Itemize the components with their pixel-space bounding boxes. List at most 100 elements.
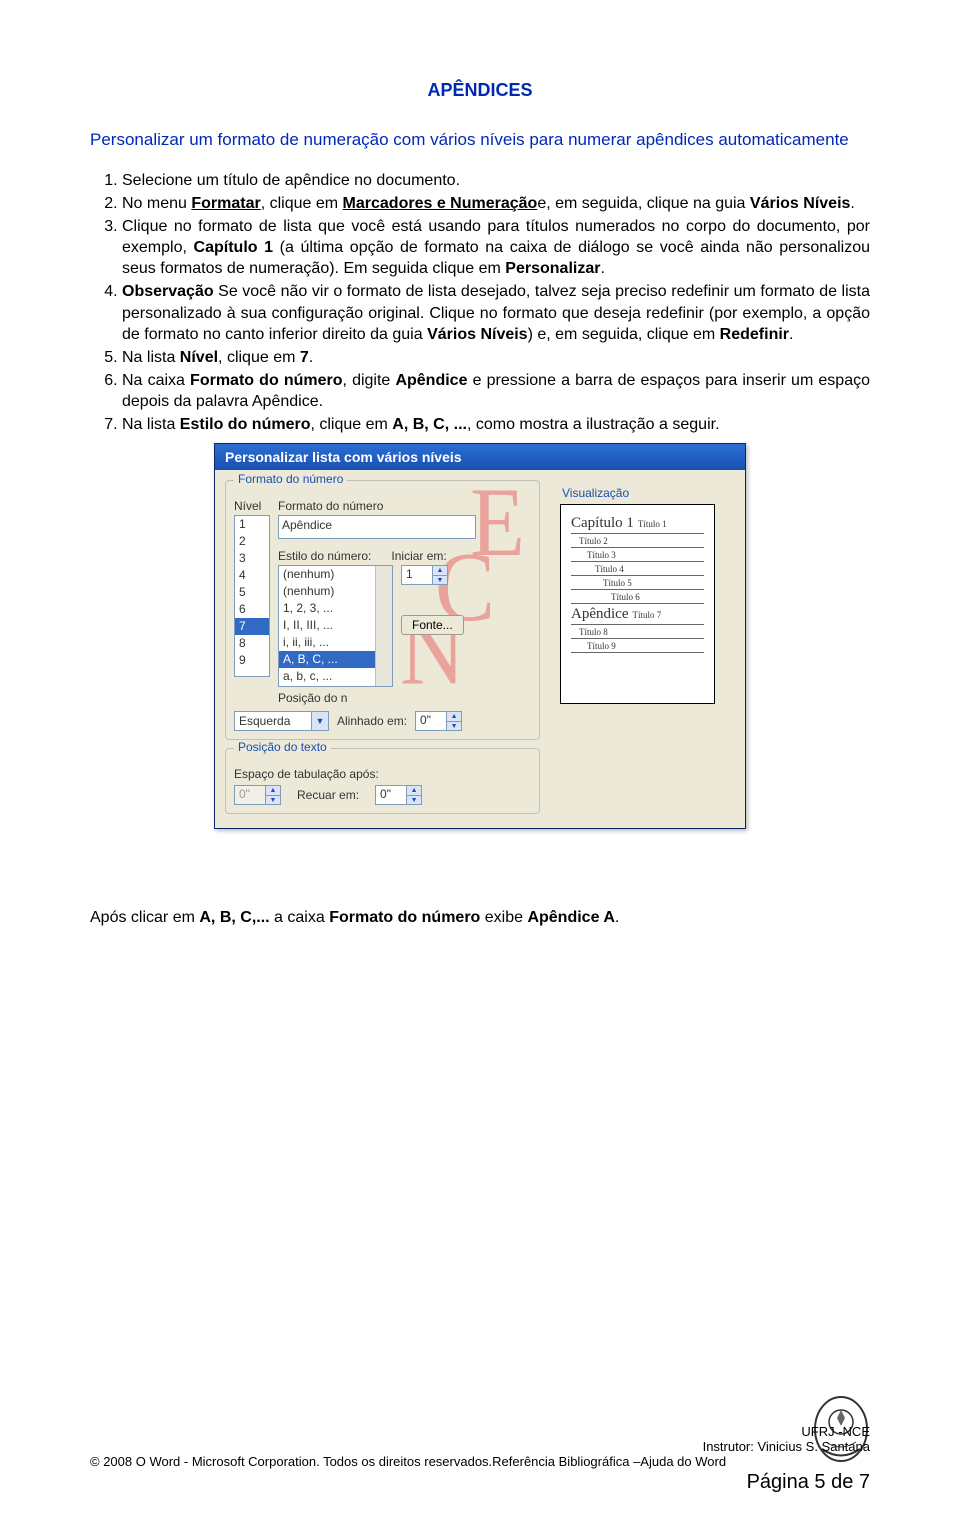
preview-row: Título 3 [571, 548, 704, 562]
spin-down-icon[interactable]: ▼ [407, 796, 421, 805]
text: , clique em [218, 349, 300, 366]
preview-small: Título 8 [579, 627, 608, 637]
step-7: Na lista Estilo do número, clique em A, … [122, 414, 870, 435]
scrollbar[interactable] [375, 566, 392, 686]
spinner-iniciar[interactable]: 1 ▲▼ [401, 565, 448, 585]
text: e, em seguida, clique na guia [537, 195, 750, 212]
preview-row: Capítulo 1 Título 1 [571, 513, 704, 534]
preview-small: Título 4 [595, 564, 624, 574]
ref-nivel: Nível [180, 349, 218, 366]
ref-abc2: A, B, C,... [199, 909, 269, 926]
step-1: Selecione um título de apêndice no docum… [122, 170, 870, 191]
group-label: Posição do texto [234, 740, 331, 754]
tab-varios-niveis-ref: Vários Níveis [427, 326, 528, 343]
list-item[interactable]: 1 [235, 516, 269, 533]
spin-up-icon: ▲ [266, 786, 280, 796]
footer: UFRJ -NCE Instrutor: Vinicius S. Santana… [90, 1424, 870, 1494]
spinner-recuar[interactable]: 0" ▲▼ [375, 785, 422, 805]
text: . [309, 349, 313, 366]
ref-7: 7 [300, 349, 309, 366]
list-item[interactable]: 3 [235, 550, 269, 567]
footer-copyright: © 2008 O Word - Microsoft Corporation. T… [90, 1454, 870, 1469]
btn-ref-personalizar: Personalizar [505, 260, 600, 277]
text: ) e, em seguida, clique em [528, 326, 720, 343]
ref-formato-numero2: Formato do número [329, 909, 480, 926]
list-item-selected[interactable]: 7 [235, 618, 269, 635]
label-alinhado: Alinhado em: [337, 714, 407, 728]
nivel-listbox[interactable]: 1 2 3 4 5 6 7 8 9 [234, 515, 270, 677]
ref-capitulo1: Capítulo 1 [194, 239, 274, 256]
group-posicao-texto: Posição do texto Espaço de tabulação apó… [225, 748, 540, 814]
input-formato-numero[interactable]: Apêndice [278, 515, 476, 539]
footer-ufrj: UFRJ -NCE [90, 1424, 870, 1439]
step-3: Clique no formato de lista que você está… [122, 216, 870, 279]
list-item[interactable]: 4 [235, 567, 269, 584]
preview-row: Título 5 [571, 576, 704, 590]
text: a caixa [270, 909, 330, 926]
spinner-alinhado[interactable]: 0" ▲▼ [415, 711, 462, 731]
preview-row: Título 4 [571, 562, 704, 576]
spin-up-icon[interactable]: ▲ [407, 786, 421, 796]
preview-row: ApêndiceTítulo 7 [571, 604, 704, 625]
after-dialog-text: Após clicar em A, B, C,... a caixa Forma… [90, 909, 870, 927]
combo-posicao[interactable]: Esquerda ▼ [234, 711, 329, 731]
preview-big: Apêndice [571, 606, 628, 623]
list-item[interactable]: 5 [235, 584, 269, 601]
spin-down-icon[interactable]: ▼ [447, 722, 461, 731]
label-visualizacao: Visualização [562, 486, 735, 500]
preview-row: Título 2 [571, 534, 704, 548]
list-item[interactable]: 9 [235, 652, 269, 669]
combo-value: Esquerda [235, 714, 311, 728]
steps-list: Selecione um título de apêndice no docum… [90, 170, 870, 435]
label-formato: Formato do número [278, 499, 383, 513]
ref-apendice-a: Apêndice A [527, 909, 614, 926]
preview-big: Capítulo 1 [571, 515, 634, 532]
spinner-value[interactable]: 0" [376, 786, 406, 804]
page-title: APÊNDICES [90, 80, 870, 101]
preview-small: Título 1 [638, 519, 667, 529]
text: Na caixa [122, 372, 190, 389]
list-item[interactable]: 6 [235, 601, 269, 618]
text: . [615, 909, 619, 926]
preview-box: Capítulo 1 Título 1 Título 2 Título 3 Tít… [560, 504, 715, 704]
preview-small: Título 3 [587, 550, 616, 560]
ref-estilo-numero: Estilo do número [180, 416, 311, 433]
spin-up-icon[interactable]: ▲ [433, 566, 447, 576]
preview-row: Título 9 [571, 639, 704, 653]
step-6: Na caixa Formato do número, digite Apênd… [122, 370, 870, 412]
text: No menu [122, 195, 191, 212]
spin-up-icon[interactable]: ▲ [447, 712, 461, 722]
spin-down-icon[interactable]: ▼ [433, 576, 447, 585]
label-nivel: Nível [234, 499, 270, 513]
observacao-label: Observação [122, 283, 214, 300]
step-4: Observação Se você não vir o formato de … [122, 281, 870, 344]
spinner-value[interactable]: 1 [402, 566, 432, 584]
estilo-numero-dropdown[interactable]: (nenhum) (nenhum) 1, 2, 3, ... I, II, II… [278, 565, 393, 687]
btn-label: Fonte... [412, 618, 453, 632]
group-formato-numero: Formato do número Nível 1 2 3 4 5 6 [225, 480, 540, 740]
text: . [850, 195, 854, 212]
spinner-value: 0" [235, 786, 265, 804]
subtitle: Personalizar um formato de numeração com… [90, 129, 870, 152]
text: . [789, 326, 793, 343]
spinner-espaco: 0" ▲▼ [234, 785, 281, 805]
text: . [600, 260, 604, 277]
fonte-button[interactable]: Fonte... [401, 615, 464, 635]
menu-marcadores: Marcadores e Numeração [343, 195, 538, 212]
spin-down-icon: ▼ [266, 796, 280, 805]
text: exibe [480, 909, 527, 926]
list-item[interactable]: 2 [235, 533, 269, 550]
step-2: No menu Formatar, clique em Marcadores e… [122, 193, 870, 214]
ref-abc: A, B, C, ... [392, 416, 467, 433]
ref-formato-numero: Formato do número [190, 372, 342, 389]
text: , clique em [310, 416, 392, 433]
chevron-down-icon[interactable]: ▼ [311, 712, 328, 730]
preview-small: Título 9 [587, 641, 616, 651]
text: Na lista [122, 416, 180, 433]
preview-small: Título 6 [611, 592, 640, 602]
dialog-titlebar: Personalizar lista com vários níveis [215, 444, 745, 470]
footer-instrutor: Instrutor: Vinicius S. Santana [90, 1439, 870, 1454]
list-item[interactable]: 8 [235, 635, 269, 652]
preview-row: Título 8 [571, 625, 704, 639]
spinner-value[interactable]: 0" [416, 712, 446, 730]
